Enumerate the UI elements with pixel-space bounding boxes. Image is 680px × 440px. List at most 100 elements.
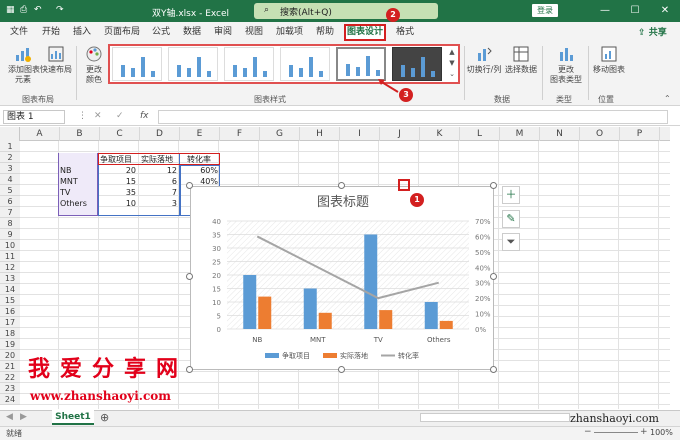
tab-chart-design[interactable]: 图表设计 — [344, 24, 386, 41]
minimize-icon[interactable]: — — [590, 0, 620, 22]
row-header[interactable]: 18 — [0, 328, 20, 339]
tab-addins[interactable]: 加载项 — [276, 22, 303, 42]
add-sheet-icon[interactable]: ⊕ — [100, 411, 109, 424]
login-button[interactable]: 登录 — [532, 4, 558, 17]
name-box[interactable]: 图表 1 — [3, 110, 65, 124]
share-button[interactable]: ⇪ 共享 — [638, 25, 667, 38]
value-cell[interactable]: 10 — [98, 198, 138, 209]
tab-formulas[interactable]: 公式 — [152, 22, 170, 42]
move-chart-button[interactable]: 移动图表 — [592, 46, 626, 75]
chart-style-5-selected[interactable] — [336, 47, 386, 81]
fx-icon[interactable]: fx — [140, 111, 149, 121]
chart-filter-icon[interactable]: ⏷ — [502, 233, 520, 251]
tab-view[interactable]: 视图 — [245, 22, 263, 42]
tab-data[interactable]: 数据 — [183, 22, 201, 42]
header-cell[interactable]: 实际落地 — [139, 154, 181, 165]
column-header[interactable]: O — [580, 127, 620, 141]
select-all[interactable] — [0, 127, 20, 141]
tab-help[interactable]: 帮助 — [316, 22, 334, 42]
header-cell[interactable]: 转化率 — [185, 154, 223, 165]
column-header[interactable]: M — [500, 127, 540, 141]
row-header[interactable]: 6 — [0, 196, 20, 207]
search-box[interactable]: ⌕ 搜索(Alt+Q) — [254, 3, 438, 19]
resize-handle[interactable] — [490, 273, 497, 280]
tab-page-layout[interactable]: 页面布局 — [104, 22, 140, 42]
row-header[interactable]: 10 — [0, 240, 20, 251]
value-cell[interactable]: 60% — [180, 165, 220, 176]
column-header[interactable]: H — [300, 127, 340, 141]
redo-icon[interactable]: ↷ — [56, 5, 64, 15]
column-header[interactable]: J — [380, 127, 420, 141]
category-cell[interactable]: Others — [58, 198, 98, 209]
select-data-button[interactable]: 选择数据 — [504, 46, 538, 75]
column-header[interactable]: A — [20, 127, 60, 141]
chart-style-3[interactable] — [224, 47, 274, 81]
value-cell[interactable]: 20 — [98, 165, 138, 176]
row-header[interactable]: 12 — [0, 262, 20, 273]
header-cell[interactable]: 争取项目 — [98, 154, 138, 165]
chart-area[interactable]: 图表标题 0 5 10 15 20 25 30 35 40 0% 10% 20% 30% 40% 50% 60… — [190, 186, 494, 370]
tab-review[interactable]: 审阅 — [214, 22, 232, 42]
column-header[interactable]: L — [460, 127, 500, 141]
value-cell[interactable]: 12 — [139, 165, 179, 176]
zoom-out-icon[interactable]: − — [584, 427, 592, 437]
collapse-ribbon-icon[interactable]: ⌃ — [664, 94, 671, 103]
row-header[interactable]: 21 — [0, 361, 20, 372]
horizontal-scrollbar[interactable] — [420, 413, 570, 422]
column-header[interactable]: B — [60, 127, 100, 141]
tab-file[interactable]: 文件 — [10, 22, 28, 42]
change-chart-type-button[interactable]: 更改 图表类型 — [548, 46, 584, 85]
value-cell[interactable]: 6 — [139, 176, 179, 187]
row-header[interactable]: 8 — [0, 218, 20, 229]
row-header[interactable]: 5 — [0, 185, 20, 196]
tab-insert[interactable]: 插入 — [73, 22, 91, 42]
chart-style-4[interactable] — [280, 47, 330, 81]
row-header[interactable]: 1 — [0, 141, 20, 152]
row-header[interactable]: 16 — [0, 306, 20, 317]
column-header[interactable]: I — [340, 127, 380, 141]
maximize-icon[interactable]: ☐ — [620, 0, 650, 22]
undo-icon[interactable]: ↶ — [34, 5, 42, 15]
close-icon[interactable]: ✕ — [650, 0, 680, 22]
row-header[interactable]: 24 — [0, 394, 20, 405]
column-header[interactable]: C — [100, 127, 140, 141]
category-cell[interactable]: NB — [58, 165, 98, 176]
change-colors-button[interactable]: 更改 颜色 — [82, 46, 106, 85]
chart-styles-brush-icon[interactable]: ✎ — [502, 210, 520, 228]
formula-input[interactable] — [158, 110, 668, 124]
switch-row-col-button[interactable]: 切换行/列 — [466, 46, 502, 75]
row-header[interactable]: 11 — [0, 251, 20, 262]
value-cell[interactable]: 35 — [98, 187, 138, 198]
gallery-scroll[interactable]: ▲ ▼ ⌄ — [447, 47, 457, 81]
chart-style-1[interactable] — [112, 47, 162, 81]
chart-elements-button[interactable]: ＋ — [502, 186, 520, 204]
zoom-slider[interactable] — [594, 432, 638, 433]
resize-handle[interactable] — [490, 182, 497, 189]
column-header[interactable]: D — [140, 127, 180, 141]
column-header[interactable]: F — [220, 127, 260, 141]
category-cell[interactable]: TV — [58, 187, 98, 198]
next-sheet-icon[interactable]: ▶ — [20, 412, 27, 422]
column-header[interactable]: P — [620, 127, 660, 141]
row-header[interactable]: 22 — [0, 372, 20, 383]
row-header[interactable]: 23 — [0, 383, 20, 394]
row-header[interactable]: 14 — [0, 284, 20, 295]
add-chart-element-button[interactable]: 添加图表 元素 — [8, 46, 40, 85]
row-header[interactable]: 4 — [0, 174, 20, 185]
zoom-in-icon[interactable]: + — [640, 427, 648, 437]
column-header[interactable]: K — [420, 127, 460, 141]
save-icon[interactable]: ⎙ — [20, 5, 27, 15]
chart-style-2[interactable] — [168, 47, 218, 81]
tab-format[interactable]: 格式 — [396, 22, 414, 42]
resize-handle[interactable] — [338, 182, 345, 189]
column-header[interactable]: G — [260, 127, 300, 141]
quick-layout-button[interactable]: 快速布局 — [40, 46, 72, 75]
row-header[interactable]: 9 — [0, 229, 20, 240]
enter-icon[interactable]: ✓ — [116, 111, 124, 121]
category-cell[interactable]: MNT — [58, 176, 98, 187]
zoom-level[interactable]: 100% — [650, 428, 673, 437]
row-header[interactable]: 7 — [0, 207, 20, 218]
cancel-icon[interactable]: ✕ — [94, 111, 102, 121]
tab-home[interactable]: 开始 — [42, 22, 60, 42]
resize-handle[interactable] — [338, 366, 345, 373]
